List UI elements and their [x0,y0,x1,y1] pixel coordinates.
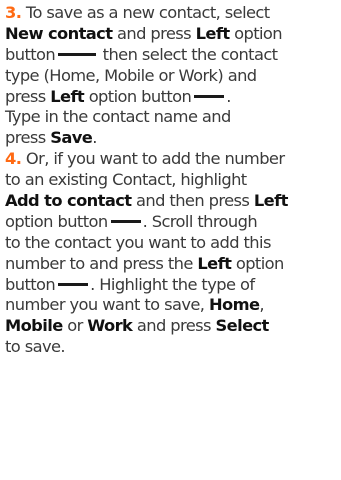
new-contact-term: New contact [5,23,113,43]
step-4-line-5: to the contact you want to add this [5,232,271,252]
step-3-number: 3. [5,3,22,22]
option-button-dash-icon [194,94,225,98]
step-4-number: 4. [5,149,22,169]
left-term: Left [50,86,85,106]
mobile-term: Mobile [5,316,63,336]
left-term: Left [253,191,288,211]
step-4-line-1: 4. Or, if you want to add the number [5,149,285,169]
step-3-line-2: New contact and press Left option [5,23,283,43]
step-4-line-4: option button. Scroll through [5,211,258,231]
step-4-line-8: number you want to save, Home, [5,295,265,315]
step-3-line-7: press Save. [5,128,97,148]
instructions-text: 3. To save as a new contact, select New … [5,0,341,358]
step-4-line-10: to save. [5,337,66,357]
step-4-line-7: button. Highlight the type of [5,274,255,294]
step-4-line-3: Add to contact and then press Left [5,191,288,211]
option-button-dash-icon [110,219,141,223]
step-4-line-9: Mobile or Work and press Select [5,316,270,336]
left-term: Left [197,253,232,273]
step-3-line-1: 3. To save as a new contact, select [5,3,270,22]
option-button-dash-icon [58,52,97,56]
step-3-line-3: button then select the contact [5,44,278,64]
step-3-line-5: press Left option button. [5,86,231,106]
left-term: Left [195,23,230,43]
save-term: Save [50,128,93,148]
select-term: Select [215,316,270,336]
step-4-line-2: to an existing Contact, highlight [5,170,247,190]
add-to-contact-term: Add to contact [5,191,132,211]
step-4-line-6: number to and press the Left option [5,253,284,273]
step-3-line-4: type (Home, Mobile or Work) and [5,65,257,85]
work-term: Work [87,316,133,336]
step-3-line-6: Type in the contact name and [5,107,231,127]
home-term: Home [208,295,260,315]
option-button-dash-icon [58,282,89,286]
